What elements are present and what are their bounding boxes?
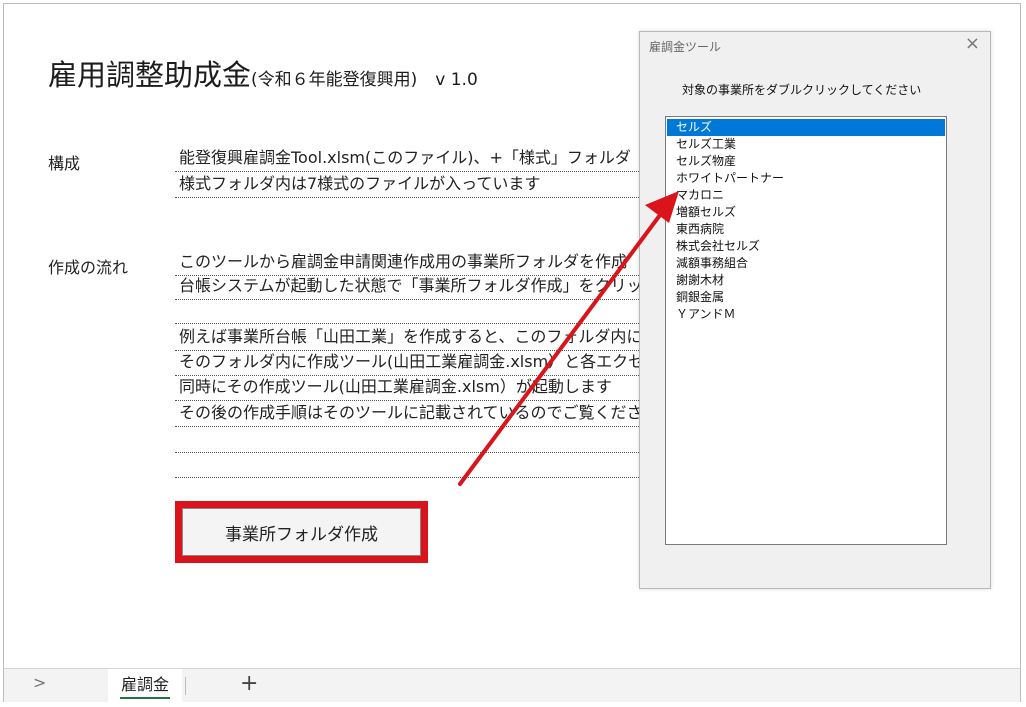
sheet-tab-bar: > 雇調金 +: [4, 668, 1020, 702]
structure-line: 能登復興雇調金Tool.xlsm(このファイル)、+「様式」フォルダ: [175, 146, 645, 172]
list-item[interactable]: 減額事務組合: [667, 255, 945, 272]
flow-line: [175, 452, 645, 478]
tab-divider: [185, 677, 186, 695]
dialog-title: 雇調金ツール: [649, 40, 722, 54]
list-item[interactable]: ＹアンドＭ: [667, 306, 945, 323]
create-office-folder-button[interactable]: 事業所フォルダ作成: [175, 501, 428, 563]
office-listbox[interactable]: セルズ セルズ工業 セルズ物産 ホワイトパートナー マカロニ 増額セルズ 東西病…: [665, 116, 947, 545]
create-office-folder-label[interactable]: 事業所フォルダ作成: [182, 508, 421, 556]
list-item[interactable]: セルズ工業: [667, 136, 945, 153]
section-label-structure: 構成: [48, 154, 81, 173]
list-item[interactable]: セルズ物産: [667, 153, 945, 170]
section-label-flow: 作成の流れ: [48, 258, 129, 277]
flow-line: そのフォルダ内に作成ツール(山田工業雇調金.xlsm）と各エクセ: [175, 350, 645, 376]
version-label: v 1.0: [435, 70, 478, 90]
close-icon[interactable]: ×: [965, 34, 980, 54]
flow-line: 例えば事業所台帳「山田工業」を作成すると、このフォルダ内にフ: [175, 325, 645, 351]
flow-line: このツールから雇調金申請関連作成用の事業所フォルダを作成: [175, 250, 645, 276]
list-item[interactable]: 増額セルズ: [667, 204, 945, 221]
active-tab-indicator: [120, 697, 170, 699]
list-item[interactable]: 謝謝木材: [667, 272, 945, 289]
list-item[interactable]: 株式会社セルズ: [667, 238, 945, 255]
chevron-right-icon[interactable]: >: [33, 673, 46, 692]
list-item[interactable]: マカロニ: [667, 187, 945, 204]
list-item[interactable]: 銅銀金属: [667, 289, 945, 306]
sheet-tab-label: 雇調金: [120, 675, 169, 694]
add-sheet-icon[interactable]: +: [240, 671, 258, 696]
sheet-tab-active[interactable]: 雇調金: [108, 669, 182, 702]
flow-line: [175, 298, 645, 324]
title-subtitle: (令和６年能登復興用): [251, 70, 418, 90]
list-item[interactable]: 東西病院: [667, 221, 945, 238]
flow-line: 同時にその作成ツール(山田工業雇調金.xlsm）が起動します: [175, 375, 645, 401]
flow-line: その後の作成手順はそのツールに記載されているのでご覧ください: [175, 401, 645, 427]
structure-line: 様式フォルダ内は7様式のファイルが入っています: [175, 172, 645, 198]
list-item[interactable]: セルズ: [667, 119, 945, 136]
office-select-dialog: 雇調金ツール × 対象の事業所をダブルクリックしてください セルズ セルズ工業 …: [639, 31, 991, 589]
flow-line: 台帳システムが起動した状態で「事業所フォルダ作成」をクリック: [175, 274, 645, 300]
page-title: 雇用調整助成金(令和６年能登復興用) v 1.0: [48, 58, 478, 93]
list-item[interactable]: ホワイトパートナー: [667, 170, 945, 187]
dialog-prompt: 対象の事業所をダブルクリックしてください: [682, 83, 922, 97]
flow-line: [175, 427, 645, 453]
title-main: 雇用調整助成金: [48, 58, 252, 92]
